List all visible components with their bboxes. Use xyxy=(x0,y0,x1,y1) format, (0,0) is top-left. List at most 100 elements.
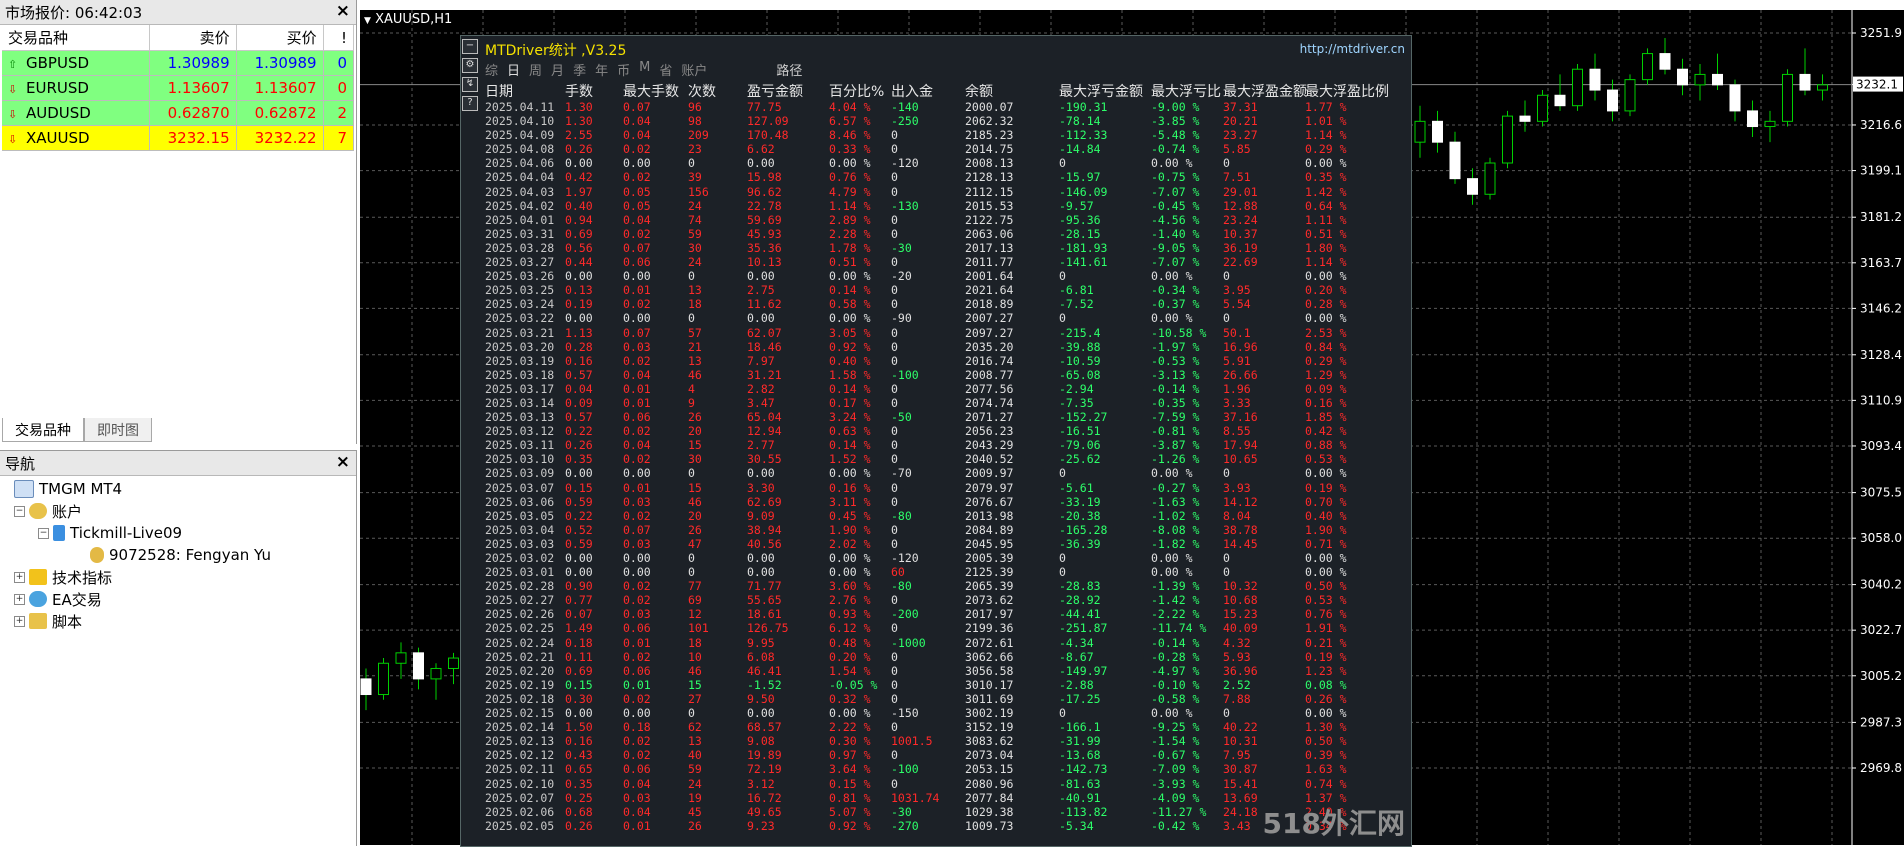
table-cell: -1.26 % xyxy=(1151,452,1200,467)
tree-node-accounts[interactable]: − 账户 xyxy=(14,500,82,522)
tree-label-scripts: 脚本 xyxy=(52,612,83,631)
panel-url-link[interactable]: http://mtdriver.cn xyxy=(1300,42,1405,56)
table-row: 2025.04.04 0.42 0.02 39 15.98 0.76 % 0 2128.13 -… xyxy=(485,170,1405,184)
table-cell: -11.27 % xyxy=(1151,804,1207,819)
table-cell: 2025.03.07 xyxy=(485,480,555,495)
table-cell: -28.92 xyxy=(1059,593,1101,608)
table-cell: 0.14 % xyxy=(829,381,871,396)
panel-tab[interactable]: M xyxy=(639,60,650,79)
table-cell: -2.88 xyxy=(1059,677,1094,692)
table-cell: 0.00 xyxy=(747,311,775,326)
tree-node-indicators[interactable]: + 技术指标 xyxy=(14,566,112,588)
candle-body xyxy=(1467,178,1478,195)
candle-body xyxy=(1572,68,1583,107)
table-cell: 1009.73 xyxy=(965,818,1014,833)
table-cell: 0.02 xyxy=(623,353,651,368)
close-icon[interactable]: × xyxy=(336,452,350,472)
panel-tab[interactable]: 币 xyxy=(617,60,630,79)
table-cell: 0 xyxy=(1059,565,1066,580)
info-icon[interactable]: ? xyxy=(462,96,478,111)
price-axis-label: 3022.7 xyxy=(1860,623,1902,637)
settings-icon[interactable]: ⚙ xyxy=(462,58,478,73)
col-spread-header[interactable]: ! xyxy=(323,25,355,51)
market-watch-row[interactable]: ⇧ GBPUSD 1.30989 1.30989 0 xyxy=(2,50,355,76)
table-cell: 2025.04.10 xyxy=(485,114,555,129)
tree-node-root[interactable]: TMGM MT4 xyxy=(14,478,122,500)
table-cell: 24.18 xyxy=(1223,804,1258,819)
tree-node-server[interactable]: − Tickmill-Live09 xyxy=(38,522,182,544)
table-row: 2025.03.13 0.57 0.06 26 65.04 3.24 % -50 2071.2… xyxy=(485,410,1405,424)
table-cell: 0.32 % xyxy=(829,691,871,706)
table-cell: 2035.20 xyxy=(965,339,1014,354)
price-axis-label: 3058.0 xyxy=(1860,531,1902,545)
table-cell: 40 xyxy=(688,748,702,763)
panel-tab[interactable]: 日 xyxy=(507,60,520,79)
table-cell: 5.93 xyxy=(1223,649,1251,664)
table-cell: 0.14 % xyxy=(829,438,871,453)
table-cell: 2025.03.26 xyxy=(485,269,555,284)
table-cell: 0.16 % xyxy=(1305,395,1347,410)
table-cell: 26 xyxy=(688,818,702,833)
panel-tab[interactable]: 综 xyxy=(485,60,498,79)
col-ask-header[interactable]: 买价 xyxy=(236,25,324,51)
tree-node-account[interactable]: 9072528: Fengyan Yu xyxy=(90,544,271,566)
table-cell: 0 xyxy=(1223,269,1230,284)
minimize-icon[interactable]: − xyxy=(462,39,478,54)
col-bid-header[interactable]: 卖价 xyxy=(149,25,237,51)
tree-node-ea[interactable]: + EA交易 xyxy=(14,588,102,610)
table-cell: 14.45 xyxy=(1223,536,1258,551)
panel-path-label[interactable]: 路径 xyxy=(776,60,802,79)
panel-tab[interactable]: 省 xyxy=(659,60,672,79)
expand-icon[interactable]: + xyxy=(14,593,25,605)
table-cell: 2025.03.05 xyxy=(485,508,555,523)
user-icon xyxy=(90,547,104,563)
close-icon[interactable]: × xyxy=(336,1,350,21)
collapse-icon[interactable]: − xyxy=(14,505,25,517)
table-cell: 0.15 xyxy=(565,677,593,692)
table-cell: -70 xyxy=(891,466,912,481)
market-watch-row[interactable]: ⇩ AUDUSD 0.62870 0.62872 2 xyxy=(2,100,355,126)
tree-node-scripts[interactable]: + 脚本 xyxy=(14,610,82,632)
table-cell: 24 xyxy=(688,255,702,270)
table-cell: 0.01 xyxy=(623,480,651,495)
table-cell: 2017.13 xyxy=(965,240,1014,255)
panel-tab[interactable]: 年 xyxy=(595,60,608,79)
panel-tab[interactable]: 月 xyxy=(551,60,564,79)
table-cell: 0.00 xyxy=(747,269,775,284)
collapse-icon[interactable]: − xyxy=(38,527,49,539)
table-cell: -81.63 xyxy=(1059,776,1101,791)
chart-menu-icon[interactable]: ▼ xyxy=(364,16,371,26)
table-cell: 0 xyxy=(891,677,898,692)
expand-icon[interactable]: + xyxy=(14,571,25,583)
table-cell: 1.58 % xyxy=(829,367,871,382)
tab-symbols[interactable]: 交易品种 xyxy=(2,418,84,442)
table-cell: 7.97 xyxy=(747,353,775,368)
table-cell: -165.28 xyxy=(1059,522,1108,537)
table-cell: -7.52 xyxy=(1059,297,1094,312)
table-cell: 0.50 % xyxy=(1305,579,1347,594)
table-cell: -0.42 % xyxy=(1151,818,1200,833)
table-cell: 0.05 xyxy=(623,184,651,199)
candle-body xyxy=(378,662,389,696)
table-cell: 18 xyxy=(688,297,702,312)
table-cell: 3002.19 xyxy=(965,706,1014,721)
table-cell: 0.01 xyxy=(623,395,651,410)
col-symbol-header[interactable]: 交易品种 xyxy=(2,25,150,51)
table-cell: 0 xyxy=(891,663,898,678)
table-cell: 30.55 xyxy=(747,452,782,467)
tab-tick-chart[interactable]: 即时图 xyxy=(84,418,152,442)
market-watch-row[interactable]: ⇩ XAUUSD 3232.15 3232.22 7 xyxy=(2,125,355,151)
table-cell: 2005.39 xyxy=(965,551,1014,565)
table-cell: 4.79 % xyxy=(829,184,871,199)
chart-icon[interactable]: ↯ xyxy=(462,77,478,92)
panel-tab[interactable]: 季 xyxy=(573,60,586,79)
table-cell: 2007.27 xyxy=(965,311,1014,326)
panel-tab[interactable]: 周 xyxy=(529,60,542,79)
table-cell: -190.31 xyxy=(1059,100,1108,114)
table-cell: 62 xyxy=(688,720,702,735)
panel-tab[interactable]: 账户 xyxy=(681,60,707,79)
expand-icon[interactable]: + xyxy=(14,615,25,627)
table-cell: 0.56 xyxy=(565,240,593,255)
table-cell: 0.39 % xyxy=(1305,748,1347,763)
market-watch-row[interactable]: ⇩ EURUSD 1.13607 1.13607 0 xyxy=(2,75,355,101)
